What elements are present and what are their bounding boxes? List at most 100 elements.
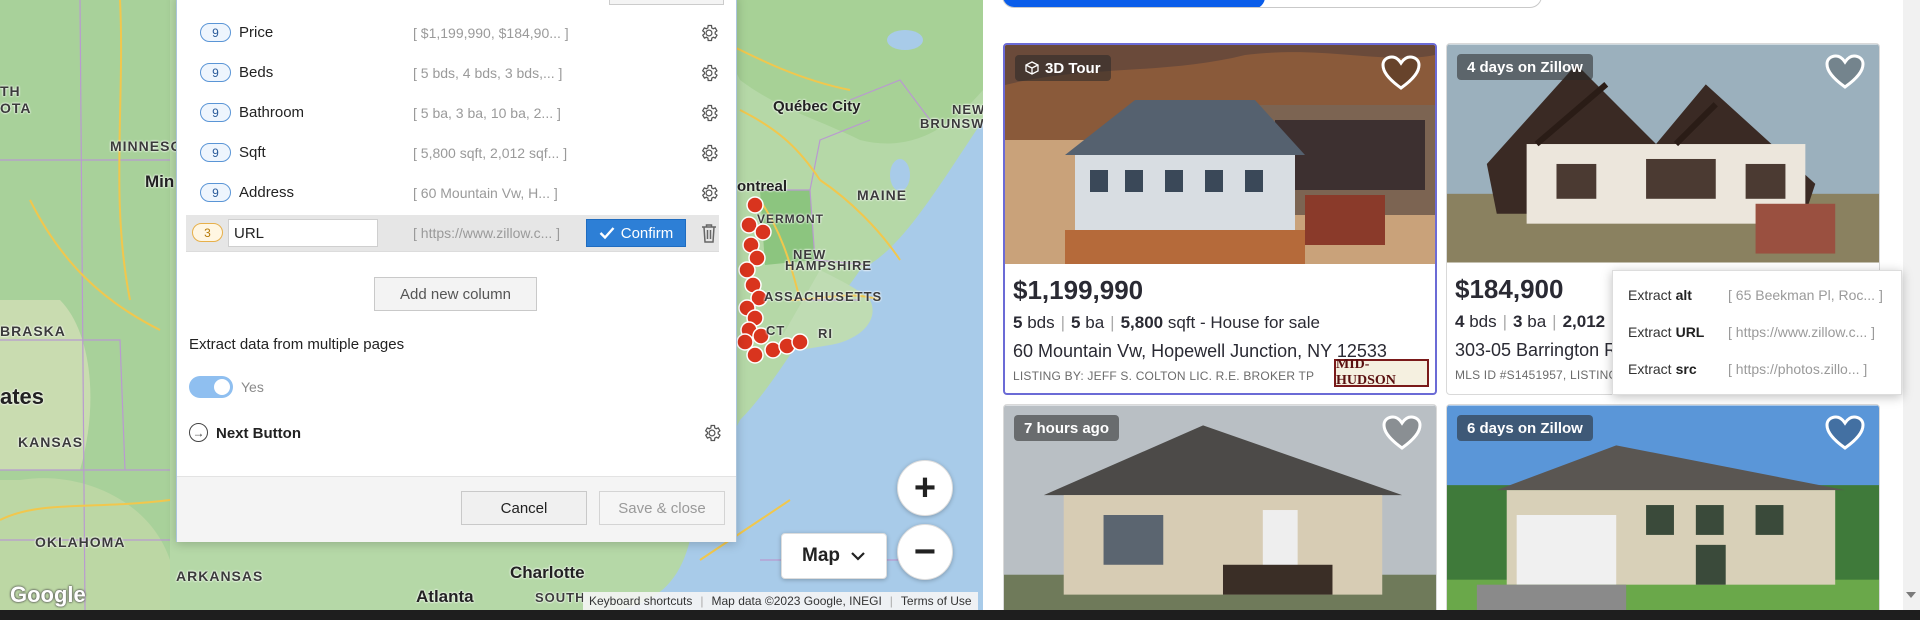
gear-icon[interactable] — [698, 62, 720, 84]
listing-card[interactable]: 7 hours ago — [1003, 404, 1437, 620]
terms-of-use-link[interactable]: Terms of Use — [901, 594, 972, 608]
listing-badge: 3D Tour — [1015, 55, 1111, 81]
gear-icon[interactable] — [701, 422, 723, 444]
column-row-address[interactable]: 9 Address [ 60 Mountain Vw, H... ] — [186, 175, 719, 211]
listing-card[interactable]: 6 days on Zillow — [1446, 404, 1880, 620]
map-label-new-hampshire-2: HAMPSHIRE — [785, 258, 873, 273]
zoom-in-button[interactable]: + — [897, 460, 953, 516]
map-label-new-brunswick-2: BRUNSW — [920, 116, 983, 131]
map-label-north: TH — [0, 83, 21, 99]
extract-attribute-popup: Extract alt [ 65 Beekman Pl, Roc... ] Ext… — [1612, 270, 1902, 395]
listing-card[interactable]: 3D Tour MID-HUDSON $1,199,990 5 bds | 5 ba… — [1003, 43, 1437, 395]
map-label-minnesota: MINNESO — [110, 138, 183, 154]
view-toggle-active[interactable] — [1003, 0, 1265, 7]
next-button-row[interactable]: → Next Button — [189, 419, 721, 447]
map-label-united-states: ates — [0, 384, 45, 409]
save-close-button[interactable]: Save & close — [599, 491, 725, 525]
map-label-montreal: ontreal — [737, 178, 788, 195]
column-name: Bathroom — [239, 104, 305, 121]
map-label-charlotte: Charlotte — [510, 563, 585, 582]
scrollbar[interactable] — [1903, 0, 1920, 610]
gear-icon[interactable] — [698, 102, 720, 124]
count-badge: 9 — [200, 63, 231, 82]
column-row-sqft[interactable]: 9 Sqft [ 5,800 sqft, 2,012 sqf... ] — [186, 135, 719, 171]
heart-icon[interactable] — [1825, 415, 1865, 451]
column-row-url-editing[interactable]: 3 [ https://www.zillow.c... ] Confirm — [186, 215, 719, 251]
listing-address[interactable]: 60 Mountain Vw, Hopewell Junction, NY 12… — [1013, 341, 1387, 362]
column-name-input[interactable] — [228, 219, 378, 247]
listing-broker: MLS ID #S1451957, LISTING — [1455, 368, 1619, 382]
listing-badge: 7 hours ago — [1014, 415, 1120, 441]
confirm-label: Confirm — [620, 224, 674, 242]
column-row-price[interactable]: 9 Price [ $1,199,990, $184,90... ] — [186, 15, 719, 51]
map-label-vermont: VERMONT — [757, 212, 824, 226]
check-icon — [599, 227, 615, 240]
column-name: Address — [239, 184, 295, 201]
map-label-quebec-city: Québec City — [773, 98, 861, 115]
map-label-atlanta: Atlanta — [416, 587, 474, 606]
map-label-south-carolina: SOUTH — [535, 590, 586, 605]
extract-url-option[interactable]: Extract URL [ https://www.zillow.c... ] — [1628, 324, 1898, 346]
listing-badge: 6 days on Zillow — [1457, 415, 1593, 441]
column-row-bathroom[interactable]: 9 Bathroom [ 5 ba, 3 ba, 10 ba, 2... ] — [186, 95, 719, 131]
multi-page-label: Extract data from multiple pages — [189, 336, 405, 353]
column-name: Sqft — [239, 144, 266, 161]
map-label-oklahoma: OKLAHOMA — [35, 534, 126, 550]
heart-icon[interactable] — [1382, 415, 1422, 451]
map-label-nebraska: BRASKA — [0, 323, 66, 339]
column-preview: [ https://www.zillow.c... ] — [413, 225, 561, 241]
count-badge: 9 — [200, 103, 231, 122]
panel-divider — [186, 251, 719, 252]
gear-icon[interactable] — [698, 142, 720, 164]
extraction-panel: 9 Price [ $1,199,990, $184,90... ] 9 Bed… — [176, 0, 737, 542]
extract-src-option[interactable]: Extract src [ https://photos.zillo... ] — [1628, 361, 1898, 383]
column-name: Price — [239, 24, 274, 41]
arrow-right-circle-icon: → — [189, 423, 208, 442]
broker-logo: MID-HUDSON — [1334, 357, 1429, 388]
listing-address[interactable]: 303-05 Barrington R — [1455, 340, 1617, 361]
map-label-kansas: KANSAS — [18, 434, 84, 450]
map-data-credit: Map data ©2023 Google, INEGI — [711, 594, 882, 608]
map-footer: Keyboard shortcuts | Map data ©2023 Goog… — [583, 592, 978, 610]
map-label-rhode-island: RI — [818, 326, 833, 341]
extract-alt-option[interactable]: Extract alt [ 65 Beekman Pl, Roc... ] — [1628, 287, 1898, 309]
count-badge: 3 — [192, 223, 223, 242]
view-toggle[interactable] — [1002, 0, 1542, 8]
count-badge: 9 — [200, 143, 231, 162]
map-label-dakota: OTA — [0, 100, 32, 116]
zoom-out-button[interactable]: − — [897, 524, 953, 580]
trash-icon[interactable] — [701, 223, 717, 243]
toggle-label: Yes — [241, 379, 264, 395]
taskbar — [0, 610, 1920, 620]
chevron-down-icon — [851, 552, 865, 561]
next-button-label: Next Button — [216, 425, 301, 442]
listing-facts: 4 bds | 3 ba | 2,012 — [1455, 312, 1606, 331]
map-label-maine: MAINE — [857, 187, 908, 203]
scroll-down-icon[interactable] — [1906, 592, 1916, 598]
column-preview: [ 5 bds, 4 bds, 3 bds,... ] — [413, 65, 563, 81]
map-label-minneapolis: Min — [145, 172, 175, 191]
listing-price: $184,900 — [1455, 274, 1564, 304]
gear-icon[interactable] — [698, 182, 720, 204]
column-row-beds[interactable]: 9 Beds [ 5 bds, 4 bds, 3 bds,... ] — [186, 55, 719, 91]
map-type-label: Map — [802, 545, 840, 566]
column-preview: [ 5,800 sqft, 2,012 sqf... ] — [413, 145, 568, 161]
google-logo: Google — [10, 582, 86, 607]
add-new-column-button[interactable]: Add new column — [374, 277, 537, 311]
confirm-button[interactable]: Confirm — [586, 219, 686, 247]
listing-price: $1,199,990 — [1013, 275, 1144, 305]
keyboard-shortcuts-link[interactable]: Keyboard shortcuts — [589, 594, 692, 608]
map-label-arkansas: ARKANSAS — [176, 568, 264, 584]
panel-top-button[interactable] — [609, 0, 724, 5]
cancel-button[interactable]: Cancel — [461, 491, 587, 525]
count-badge: 9 — [200, 183, 231, 202]
gear-icon[interactable] — [698, 22, 720, 44]
listing-broker: LISTING BY: JEFF S. COLTON LIC. R.E. BRO… — [1013, 369, 1315, 383]
multi-page-toggle[interactable] — [189, 376, 233, 398]
map-type-dropdown[interactable]: Map — [781, 533, 887, 579]
column-name: Beds — [239, 64, 274, 81]
heart-icon[interactable] — [1825, 54, 1865, 90]
map-label-connecticut: CT — [766, 323, 786, 338]
panel-footer: Cancel Save & close — [177, 476, 736, 542]
heart-icon[interactable] — [1381, 55, 1421, 91]
